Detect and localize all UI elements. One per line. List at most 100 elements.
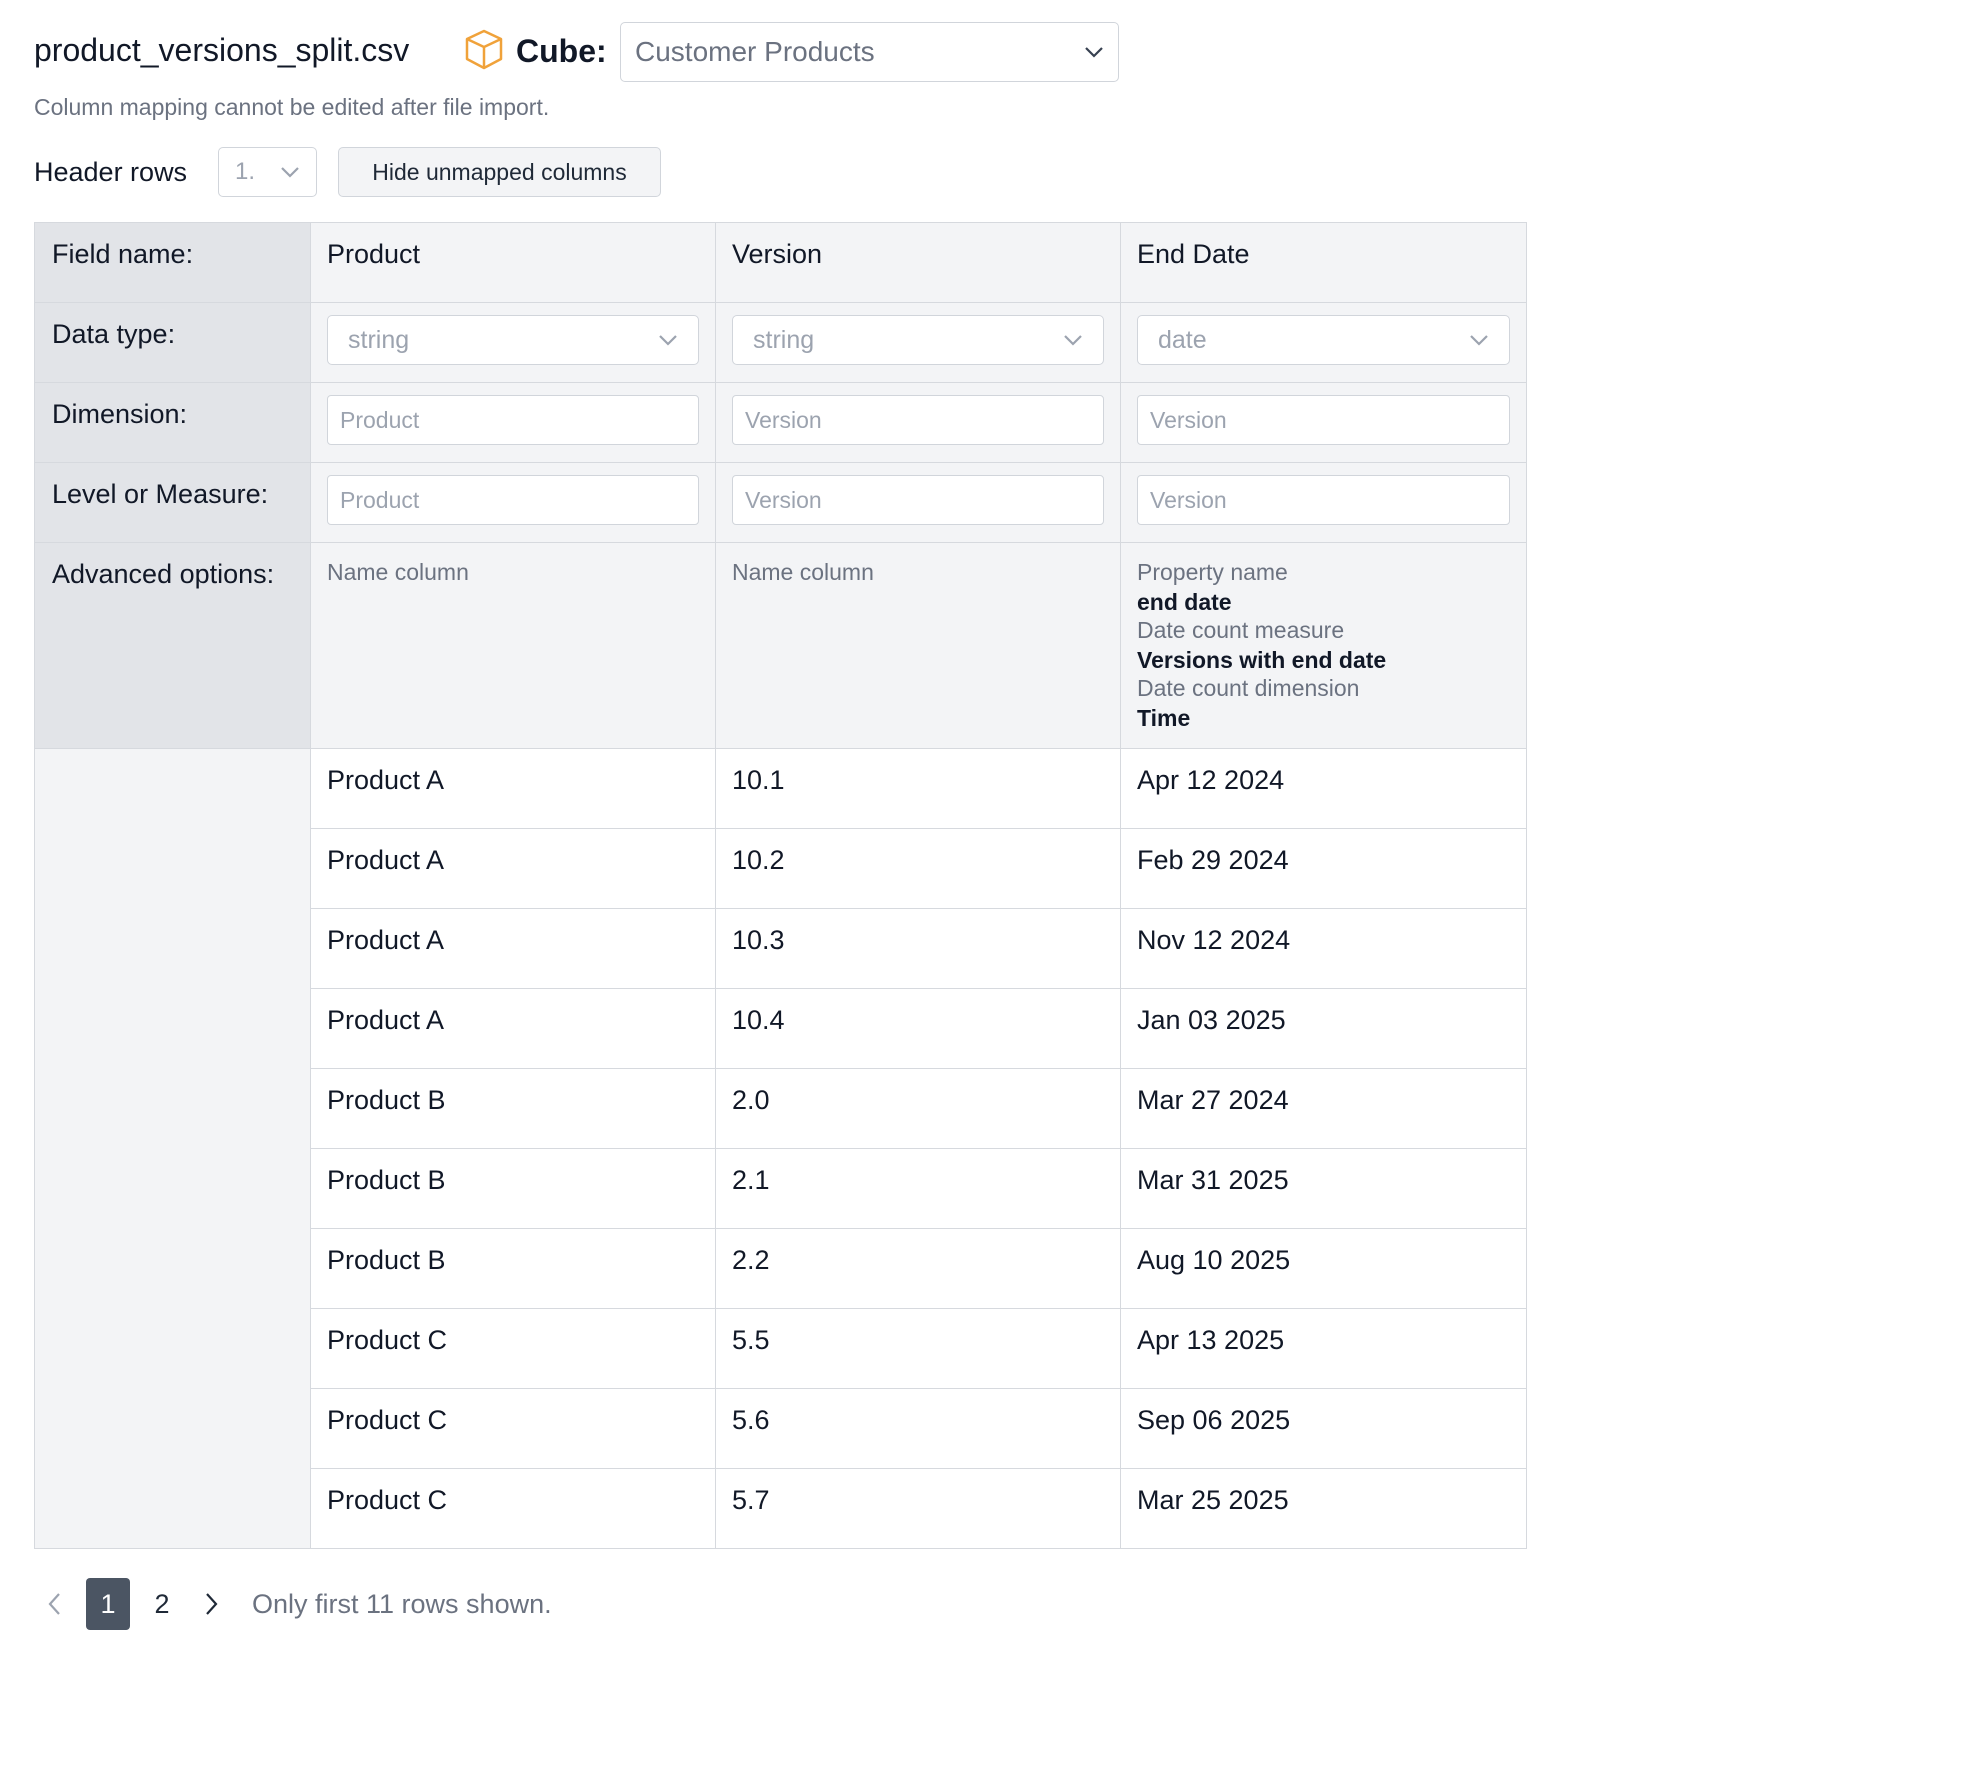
table-cell: Nov 12 2024 bbox=[1120, 908, 1527, 989]
table-cell: Apr 13 2025 bbox=[1120, 1308, 1527, 1389]
table-cell: 5.6 bbox=[715, 1388, 1121, 1469]
level-cell: Product bbox=[310, 462, 716, 543]
chevron-right-icon bbox=[206, 1593, 218, 1615]
table-cell: 2.2 bbox=[715, 1228, 1121, 1309]
table-cell: Mar 25 2025 bbox=[1120, 1468, 1527, 1549]
advanced-option-label[interactable]: Name column bbox=[327, 557, 699, 587]
page-button-2[interactable]: 2 bbox=[140, 1578, 184, 1630]
previous-page-button[interactable] bbox=[34, 1584, 74, 1624]
level-cell: Version bbox=[715, 462, 1121, 543]
table-cell: 2.0 bbox=[715, 1068, 1121, 1149]
field-name-cell: End Date bbox=[1120, 222, 1527, 303]
next-page-button[interactable] bbox=[192, 1584, 232, 1624]
table-cell: 10.4 bbox=[715, 988, 1121, 1069]
table-cell: 2.1 bbox=[715, 1148, 1121, 1229]
header-rows-value: 1. bbox=[235, 158, 256, 185]
chevron-left-icon bbox=[48, 1593, 60, 1615]
chevron-down-icon bbox=[281, 167, 299, 178]
field-name-label: Field name: bbox=[34, 222, 311, 303]
date-count-measure-value[interactable]: Versions with end date bbox=[1137, 645, 1510, 675]
header-rows-label: Header rows bbox=[34, 157, 188, 187]
table-cell: 10.1 bbox=[715, 748, 1121, 829]
dimension-input[interactable]: Version bbox=[1137, 395, 1510, 445]
table-cell: Product C bbox=[310, 1308, 716, 1389]
property-name-value[interactable]: end date bbox=[1137, 587, 1510, 617]
level-cell: Version bbox=[1120, 462, 1527, 543]
table-cell: Product A bbox=[310, 988, 716, 1069]
dimension-cell: Product bbox=[310, 382, 716, 463]
table-cell: Aug 10 2025 bbox=[1120, 1228, 1527, 1309]
field-name-row: Field name: Product Version End Date bbox=[34, 222, 1527, 303]
field-name-cell: Product bbox=[310, 222, 716, 303]
column-mapping-table: Field name: Product Version End Date Dat… bbox=[34, 222, 1527, 1549]
chevron-down-icon bbox=[1085, 47, 1103, 58]
data-type-row: Data type: string string date bbox=[34, 302, 1527, 383]
data-type-cell: string bbox=[715, 302, 1121, 383]
hide-unmapped-columns-button[interactable]: Hide unmapped columns bbox=[338, 147, 661, 197]
table-cell: Product C bbox=[310, 1388, 716, 1469]
data-type-label: Data type: bbox=[34, 302, 311, 383]
chevron-down-icon bbox=[659, 335, 677, 346]
cube-label: Cube: bbox=[516, 33, 607, 69]
level-input[interactable]: Product bbox=[327, 475, 699, 525]
table-cell: 5.7 bbox=[715, 1468, 1121, 1549]
advanced-options-label: Advanced options: bbox=[34, 542, 311, 749]
dimension-label: Dimension: bbox=[34, 382, 311, 463]
table-cell: Mar 27 2024 bbox=[1120, 1068, 1527, 1149]
cube-select-value: Customer Products bbox=[635, 36, 875, 67]
data-type-select[interactable]: date bbox=[1137, 315, 1510, 365]
table-cell: Apr 12 2024 bbox=[1120, 748, 1527, 829]
table-cell: 10.2 bbox=[715, 828, 1121, 909]
table-cell: Mar 31 2025 bbox=[1120, 1148, 1527, 1229]
field-name-cell: Version bbox=[715, 222, 1121, 303]
table-cell: 10.3 bbox=[715, 908, 1121, 989]
advanced-option-label[interactable]: Name column bbox=[732, 557, 1104, 587]
table-cell: Sep 06 2025 bbox=[1120, 1388, 1527, 1469]
table-cell: Jan 03 2025 bbox=[1120, 988, 1527, 1069]
dimension-cell: Version bbox=[715, 382, 1121, 463]
dimension-input[interactable]: Product bbox=[327, 395, 699, 445]
data-type-select[interactable]: string bbox=[327, 315, 699, 365]
level-or-measure-label: Level or Measure: bbox=[34, 462, 311, 543]
data-type-select[interactable]: string bbox=[732, 315, 1104, 365]
cube-icon bbox=[465, 29, 503, 70]
page-button-1[interactable]: 1 bbox=[86, 1578, 130, 1630]
property-name-label: Property name bbox=[1137, 559, 1288, 585]
table-cell: 5.5 bbox=[715, 1308, 1121, 1389]
cube-select[interactable]: Customer Products bbox=[620, 22, 1119, 82]
table-cell: Product B bbox=[310, 1228, 716, 1309]
advanced-options-cell: Property name end date Date count measur… bbox=[1120, 542, 1527, 749]
dimension-input[interactable]: Version bbox=[732, 395, 1104, 445]
table-cell: Product A bbox=[310, 748, 716, 829]
header-rows-select[interactable]: 1. bbox=[218, 147, 317, 197]
date-count-measure-label: Date count measure bbox=[1137, 617, 1345, 643]
data-type-value: string bbox=[348, 325, 410, 354]
table-cell: Product B bbox=[310, 1068, 716, 1149]
level-or-measure-row: Level or Measure: Product Version Versio… bbox=[34, 462, 1527, 543]
chevron-down-icon bbox=[1470, 335, 1488, 346]
table-cell: Product A bbox=[310, 828, 716, 909]
dimension-row: Dimension: Product Version Version bbox=[34, 382, 1527, 463]
level-input[interactable]: Version bbox=[1137, 475, 1510, 525]
advanced-options-row: Advanced options: Name column Name colum… bbox=[34, 542, 1527, 749]
file-name: product_versions_split.csv bbox=[34, 32, 410, 68]
data-type-value: date bbox=[1158, 325, 1207, 354]
data-type-cell: string bbox=[310, 302, 716, 383]
table-cell: Product A bbox=[310, 908, 716, 989]
data-type-cell: date bbox=[1120, 302, 1527, 383]
level-input[interactable]: Version bbox=[732, 475, 1104, 525]
chevron-down-icon bbox=[1064, 335, 1082, 346]
advanced-options-cell: Name column bbox=[715, 542, 1121, 749]
data-rows: Product A 10.1 Apr 12 2024 Product A 10.2 Feb… bbox=[34, 748, 1527, 1549]
rows-shown-note: Only first 11 rows shown. bbox=[252, 1588, 552, 1619]
date-count-dimension-label: Date count dimension bbox=[1137, 675, 1360, 701]
pagination: 1 2 Only first 11 rows shown. bbox=[34, 1578, 552, 1630]
import-note: Column mapping cannot be edited after fi… bbox=[34, 94, 550, 120]
dimension-cell: Version bbox=[1120, 382, 1527, 463]
advanced-options-cell: Name column bbox=[310, 542, 716, 749]
table-row: Product A 10.1 Apr 12 2024 bbox=[34, 748, 1527, 1549]
data-type-value: string bbox=[753, 325, 815, 354]
row-label-spacer bbox=[34, 748, 311, 1549]
date-count-dimension-value[interactable]: Time bbox=[1137, 703, 1510, 733]
table-cell: Product B bbox=[310, 1148, 716, 1229]
